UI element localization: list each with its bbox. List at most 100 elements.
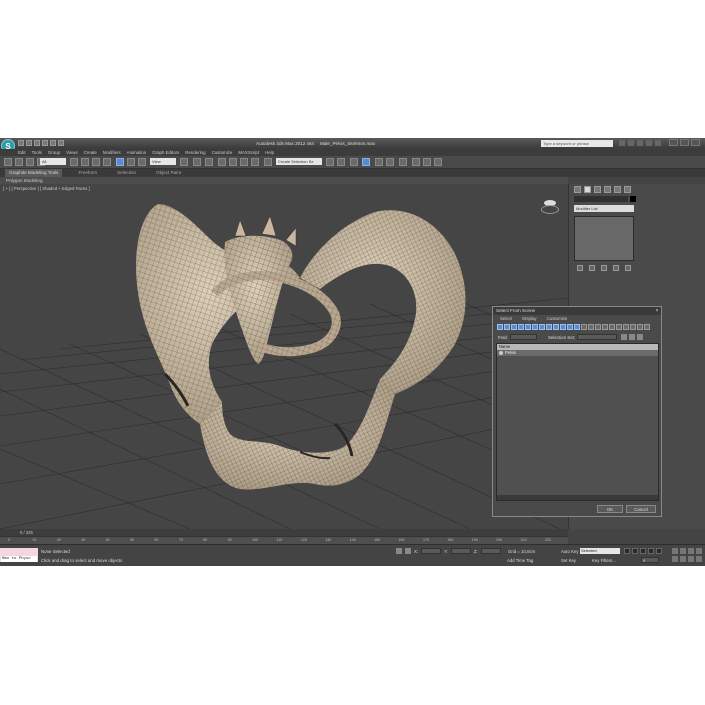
- maximize-viewport-icon[interactable]: [696, 556, 702, 562]
- invert-display-icon[interactable]: [595, 324, 601, 330]
- key-filters-button[interactable]: Key Filters...: [592, 558, 616, 563]
- help-icon[interactable]: [655, 140, 661, 146]
- bones-filter-icon[interactable]: [553, 324, 559, 330]
- viewport-canvas[interactable]: [0, 184, 568, 529]
- helpers-filter-icon[interactable]: [525, 324, 531, 330]
- display-tab-icon[interactable]: [614, 186, 621, 193]
- zoom-extents-icon[interactable]: [688, 548, 694, 554]
- list-item[interactable]: Pelvis: [497, 350, 658, 356]
- absolute-mode-icon[interactable]: [405, 548, 411, 554]
- maximize-button[interactable]: [680, 139, 689, 146]
- select-by-name-icon[interactable]: [81, 158, 89, 166]
- invert-selection-icon[interactable]: [630, 324, 636, 330]
- lock-cell-editing-icon[interactable]: [609, 324, 615, 330]
- spinner-snap-icon[interactable]: [251, 158, 259, 166]
- select-and-link-icon[interactable]: [15, 158, 23, 166]
- menu-animation[interactable]: Animation: [127, 149, 147, 156]
- scene-object-list[interactable]: Name Pelvis: [496, 343, 659, 501]
- zoom-icon[interactable]: [672, 548, 678, 554]
- ok-button[interactable]: OK: [597, 505, 623, 513]
- horizontal-scrollbar[interactable]: [497, 495, 658, 500]
- hidden-filter-icon[interactable]: [574, 324, 580, 330]
- select-children-icon[interactable]: [644, 324, 650, 330]
- find-case-sensitive-icon[interactable]: [621, 334, 627, 340]
- menu-modifiers[interactable]: Modifiers: [103, 149, 121, 156]
- track-bar[interactable]: 0 10 20 30 40 50 60 70 80 90 100 110 120 130 140 150 160…: [0, 536, 568, 544]
- align-icon[interactable]: [337, 158, 345, 166]
- dialog-menu-select[interactable]: Select: [500, 315, 512, 322]
- select-and-move-icon[interactable]: [116, 158, 124, 166]
- project-folder-icon[interactable]: [58, 140, 64, 146]
- layer-manager-icon[interactable]: [350, 158, 358, 166]
- space-warps-filter-icon[interactable]: [532, 324, 538, 330]
- menu-edit[interactable]: Edit: [18, 149, 26, 156]
- show-end-result-icon[interactable]: [589, 265, 595, 271]
- display-children-icon[interactable]: [637, 334, 643, 340]
- edit-named-selection-icon[interactable]: [264, 158, 272, 166]
- binoculars-icon[interactable]: [619, 140, 625, 146]
- cameras-filter-icon[interactable]: [518, 324, 524, 330]
- x-coordinate-field[interactable]: [421, 548, 442, 554]
- menu-maxscript[interactable]: MAXScript: [238, 149, 259, 156]
- pan-icon[interactable]: [680, 556, 686, 562]
- current-frame-field[interactable]: 0: [641, 557, 659, 563]
- z-coordinate-field[interactable]: [480, 548, 501, 554]
- manipulate-icon[interactable]: [193, 158, 201, 166]
- select-none-icon[interactable]: [623, 324, 629, 330]
- play-icon[interactable]: [640, 548, 646, 554]
- xrefs-filter-icon[interactable]: [546, 324, 552, 330]
- window-crossing-icon[interactable]: [103, 158, 111, 166]
- perspective-viewport[interactable]: [ + ] [ Perspective ] [ Shaded + Edged F…: [0, 184, 568, 529]
- new-file-icon[interactable]: [18, 140, 24, 146]
- dialog-menu-customize[interactable]: Customize: [547, 315, 568, 322]
- menu-rendering[interactable]: Rendering: [185, 149, 205, 156]
- render-production-icon[interactable]: [434, 158, 442, 166]
- pivot-center-icon[interactable]: [180, 158, 188, 166]
- maxscript-listener[interactable]: Max to Physc: [0, 548, 38, 562]
- tab-selection[interactable]: Selection: [113, 169, 140, 177]
- modify-tab-icon[interactable]: [584, 186, 591, 193]
- select-dependents-icon[interactable]: [637, 324, 643, 330]
- menu-views[interactable]: Views: [66, 149, 78, 156]
- modifier-list-dropdown[interactable]: Modifier List: [574, 205, 634, 212]
- add-time-tag[interactable]: Add Time Tag: [507, 558, 533, 563]
- pelvis-mesh[interactable]: [136, 204, 466, 490]
- object-color-swatch[interactable]: [630, 196, 636, 202]
- redo-icon[interactable]: [50, 140, 56, 146]
- find-input[interactable]: [510, 334, 537, 340]
- orbit-icon[interactable]: [688, 556, 694, 562]
- selection-lock-icon[interactable]: [396, 548, 402, 554]
- rectangular-selection-icon[interactable]: [92, 158, 100, 166]
- dialog-close-icon[interactable]: ×: [654, 308, 660, 314]
- keyboard-shortcut-override-icon[interactable]: [205, 158, 213, 166]
- menu-tools[interactable]: Tools: [32, 149, 42, 156]
- display-none-icon[interactable]: [588, 324, 594, 330]
- previous-frame-icon[interactable]: [632, 548, 638, 554]
- modifier-stack[interactable]: [574, 216, 634, 261]
- maxscript-input[interactable]: Max to Physc: [1, 556, 37, 562]
- viewport-label[interactable]: [ + ] [ Perspective ] [ Shaded + Edged F…: [3, 186, 90, 191]
- select-object-icon[interactable]: [70, 158, 78, 166]
- curve-editor-icon[interactable]: [375, 158, 383, 166]
- pin-stack-icon[interactable]: [577, 265, 583, 271]
- dialog-title[interactable]: Select From Scene: [493, 307, 661, 315]
- render-setup-icon[interactable]: [412, 158, 420, 166]
- lights-filter-icon[interactable]: [511, 324, 517, 330]
- named-selection-dropdown[interactable]: Create Selection Se: [276, 158, 322, 165]
- remove-modifier-icon[interactable]: [613, 265, 619, 271]
- undo-icon[interactable]: [4, 158, 12, 166]
- dialog-menu-display[interactable]: Display: [522, 315, 536, 322]
- auto-key-button[interactable]: Auto Key: [561, 549, 578, 554]
- selection-filter-dropdown[interactable]: All: [40, 158, 66, 165]
- subscription-icon[interactable]: [628, 140, 634, 146]
- find-wildcard-icon[interactable]: [629, 334, 635, 340]
- mirror-icon[interactable]: [326, 158, 334, 166]
- containers-filter-icon[interactable]: [560, 324, 566, 330]
- key-mode-dropdown[interactable]: Selected: [580, 548, 620, 554]
- hierarchy-tab-icon[interactable]: [594, 186, 601, 193]
- sync-selection-icon[interactable]: [602, 324, 608, 330]
- next-frame-icon[interactable]: [648, 548, 654, 554]
- utilities-tab-icon[interactable]: [624, 186, 631, 193]
- groups-filter-icon[interactable]: [539, 324, 545, 330]
- viewcube-compass[interactable]: [541, 205, 559, 214]
